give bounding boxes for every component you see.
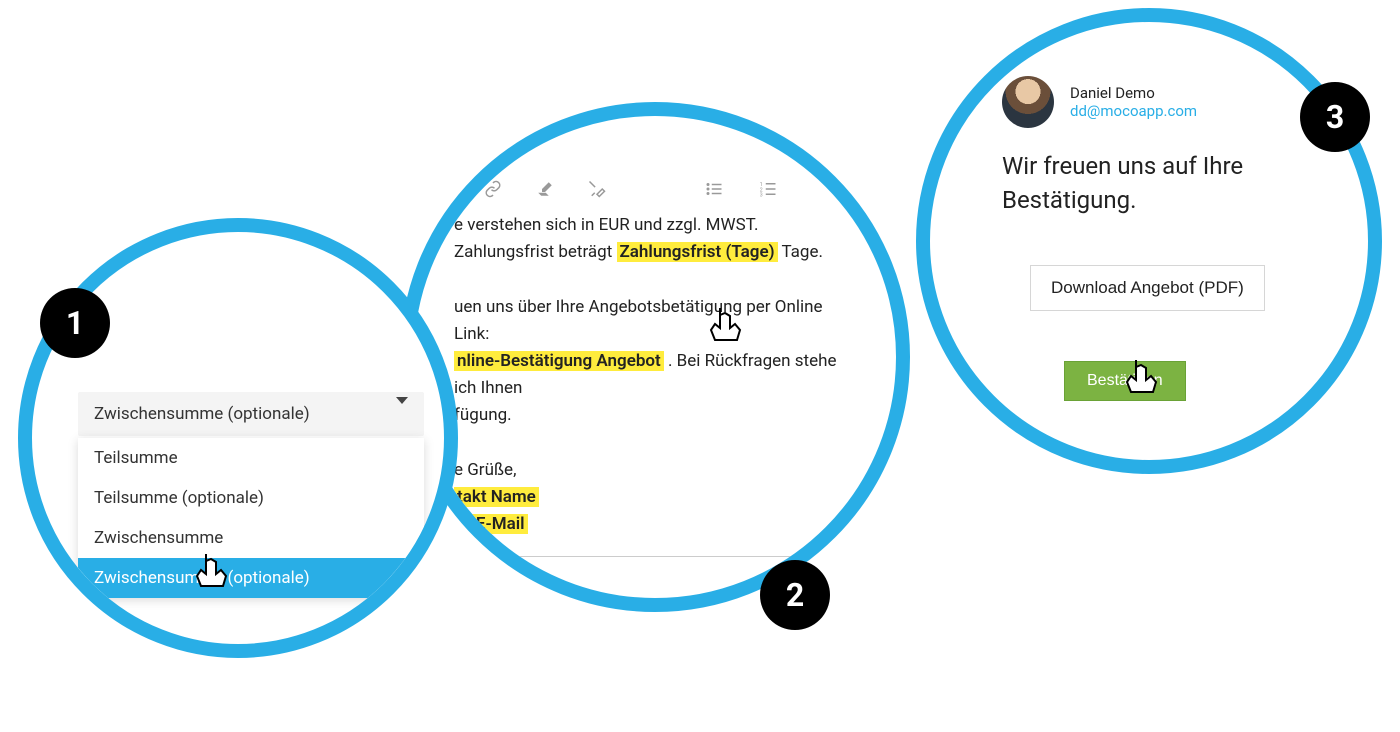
confirm-button[interactable]: Bestätigen: [1064, 361, 1186, 401]
currency-label: EUR: [347, 614, 382, 637]
confirmation-headline: Wir freuen uns auf Ihre Bestätigung.: [1002, 150, 1314, 217]
currency-label-faded: EUR: [347, 648, 382, 658]
step-1-circle: Zwischensumme (optionale) Teilsumme Teil…: [18, 218, 458, 658]
chevron-down-icon: [396, 404, 408, 424]
placeholder-payment-term: Zahlungsfrist (Tage): [617, 242, 778, 262]
unordered-list-icon[interactable]: [704, 180, 724, 198]
brush-icon[interactable]: [588, 180, 606, 198]
highlight-icon[interactable]: [536, 180, 554, 198]
download-pdf-button[interactable]: Download Angebot (PDF): [1030, 265, 1265, 311]
user-row: Daniel Demo dd@mocoapp.com: [1002, 76, 1314, 128]
text-line: nline-Bestätigung Angebot . Bei Rückfrag…: [454, 348, 856, 402]
select-label: Zwischensumme (optionale): [94, 404, 310, 424]
step-badge-1: 1: [40, 288, 110, 358]
step-2-circle: 123 e verstehen sich in EUR und zzgl. MW…: [400, 102, 910, 612]
text-line: fügung.: [454, 402, 856, 429]
user-email[interactable]: dd@mocoapp.com: [1070, 102, 1197, 120]
text-line: e verstehen sich in EUR und zzgl. MWST.: [454, 212, 856, 239]
user-name: Daniel Demo: [1070, 84, 1197, 102]
ordered-list-icon[interactable]: 123: [758, 180, 778, 198]
text-line: Zahlungsfrist beträgt Zahlungsfrist (Tag…: [454, 239, 856, 266]
dropdown-option-zwischensumme[interactable]: Zwischensumme: [78, 518, 424, 558]
avatar: [1002, 76, 1054, 128]
subtotal-select[interactable]: Zwischensumme (optionale): [78, 392, 424, 436]
link-icon[interactable]: [484, 180, 502, 198]
placeholder-online-confirm: nline-Bestätigung Angebot: [454, 351, 664, 371]
signature-greeting: e Grüße,: [454, 457, 856, 484]
dropdown-option-teilsumme-optional[interactable]: Teilsumme (optionale): [78, 478, 424, 518]
subtotal-dropdown: Teilsumme Teilsumme (optionale) Zwischen…: [78, 438, 424, 598]
placeholder-contact-name: takt Name: [454, 487, 539, 507]
step-3-circle: Daniel Demo dd@mocoapp.com Wir freuen un…: [916, 8, 1382, 474]
text-line: uen uns über Ihre Angebotsbetätigung per…: [454, 294, 856, 348]
placeholder-contact-email: kt E-Mail: [454, 514, 528, 534]
editor-body[interactable]: e verstehen sich in EUR und zzgl. MWST. …: [444, 212, 866, 557]
step-badge-3: 3: [1300, 82, 1370, 152]
step-badge-2: 2: [760, 560, 830, 630]
dropdown-option-zwischensumme-optional[interactable]: Zwischensumme (optionale): [78, 558, 424, 598]
editor-panel: 123 e verstehen sich in EUR und zzgl. MW…: [444, 174, 866, 557]
svg-text:3: 3: [760, 193, 763, 199]
dropdown-option-teilsumme[interactable]: Teilsumme: [78, 438, 424, 478]
editor-toolbar: 123: [444, 174, 866, 212]
